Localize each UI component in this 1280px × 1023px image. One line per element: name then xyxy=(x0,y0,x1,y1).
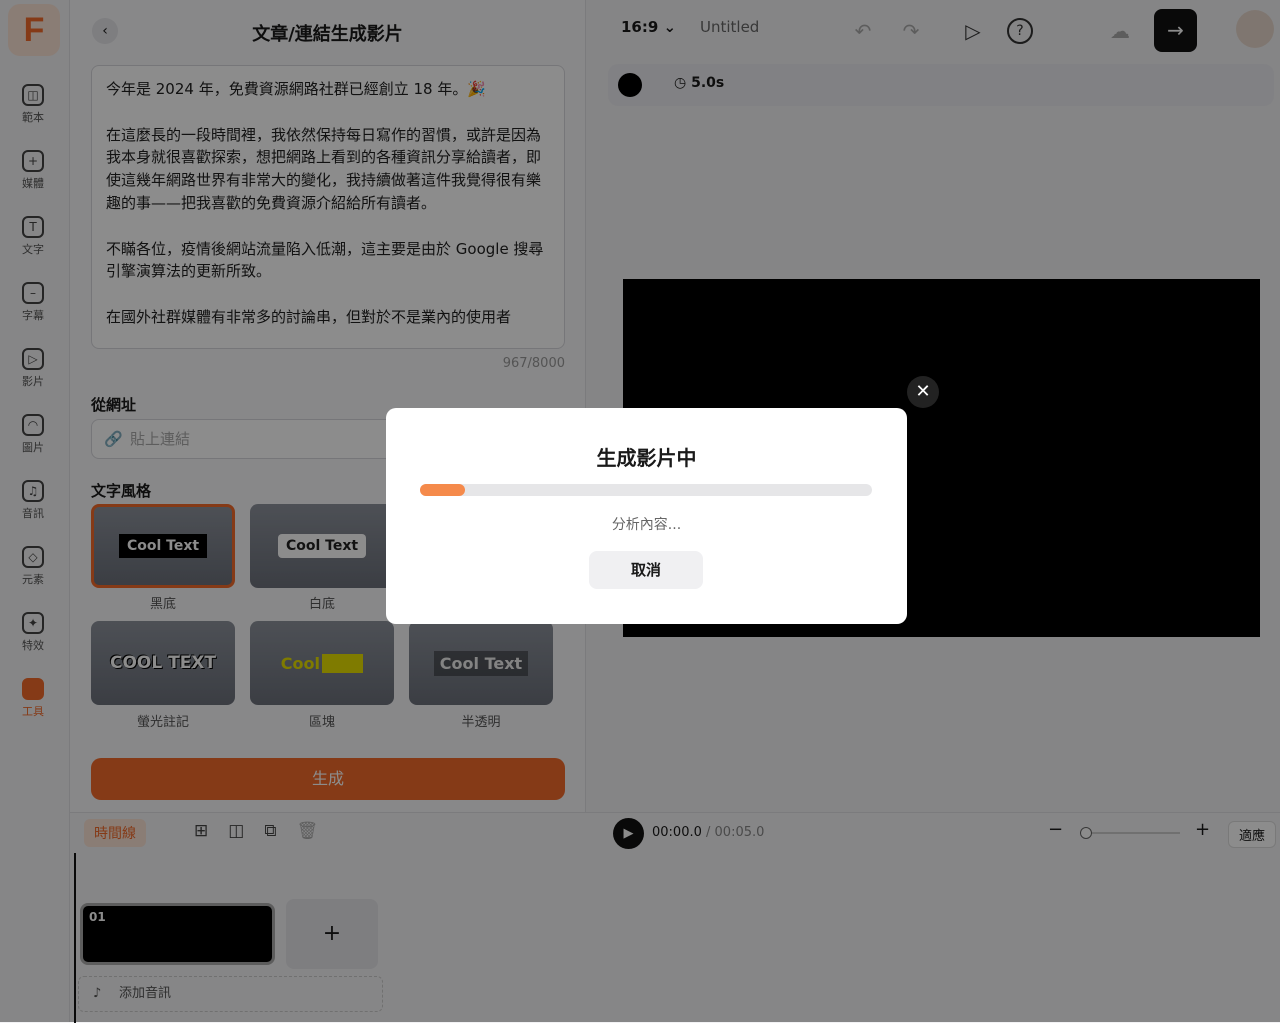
modal-status: 分析內容... xyxy=(611,517,682,533)
modal-title: 生成影片中 xyxy=(596,446,697,470)
close-modal-button[interactable]: ✕ xyxy=(907,376,939,408)
progress-fill xyxy=(420,484,466,496)
cancel-button[interactable]: 取消 xyxy=(589,551,703,589)
progress-bar xyxy=(420,484,872,496)
generating-modal: 生成影片中 分析內容... 取消 xyxy=(386,408,907,624)
